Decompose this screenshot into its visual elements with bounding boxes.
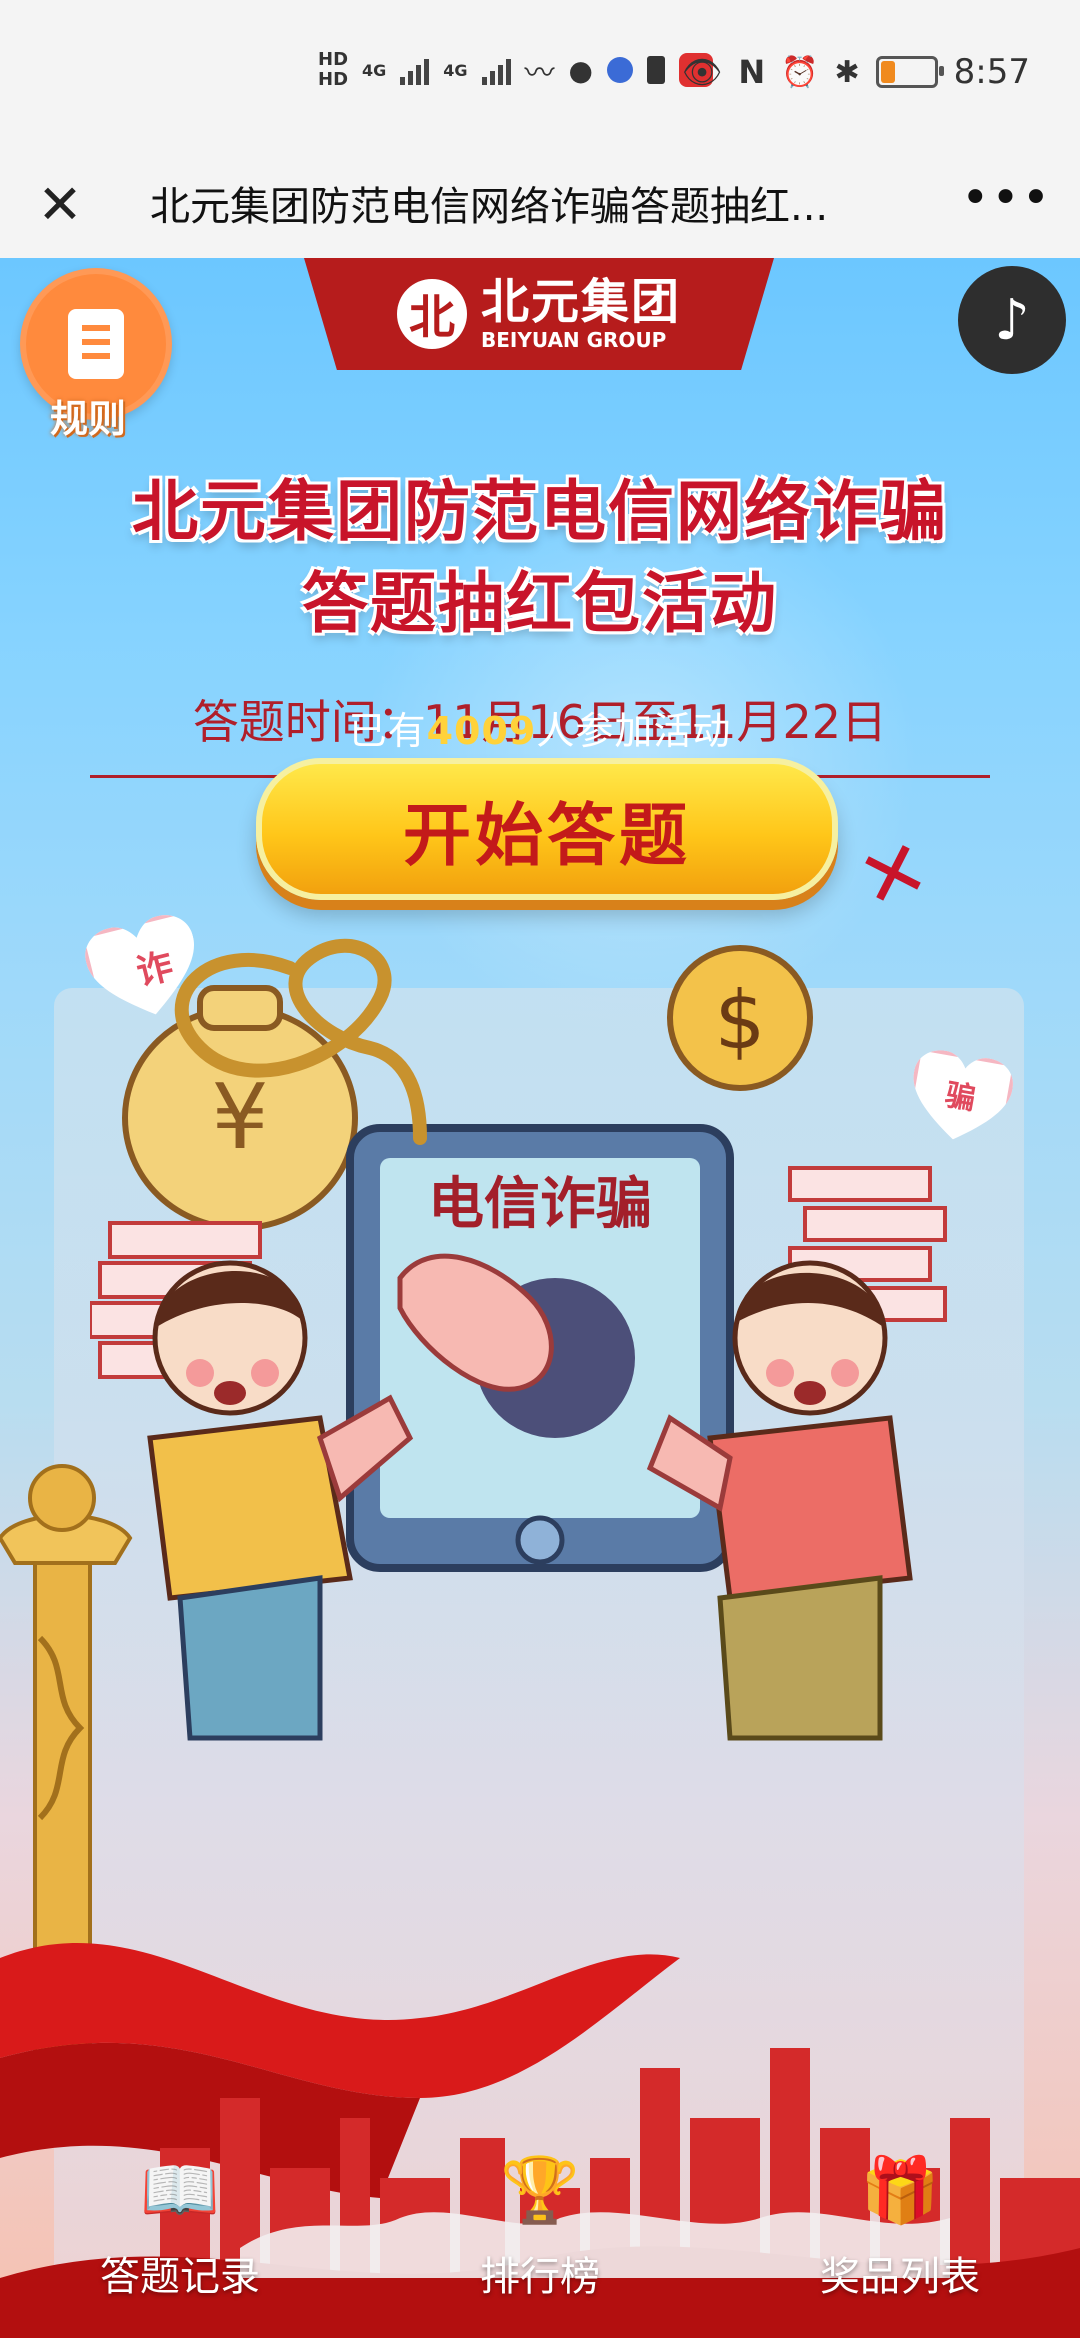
- anti-fraud-illustration: ¥ $ 电信诈骗: [90, 938, 947, 1741]
- company-logo-icon: 北: [396, 279, 467, 349]
- net1-label: 4G: [362, 60, 387, 80]
- music-app-icon: [606, 57, 633, 83]
- hd1-badge: HD: [318, 49, 349, 71]
- signal1-icon: [400, 55, 430, 85]
- company-logo-banner: 北 北元集团 BEIYUAN GROUP: [304, 258, 774, 370]
- phone-banner-text: 电信诈骗: [428, 1172, 652, 1237]
- wechat-icon: ●: [568, 53, 593, 87]
- gift-box-icon: 🎁: [860, 2153, 940, 2228]
- participants-prefix: 已有: [348, 709, 427, 753]
- logo-name-cn: 北元集团: [480, 274, 681, 330]
- rules-button[interactable]: 规则: [20, 268, 172, 441]
- status-left: HD HD 4G 4G 〰 ●: [318, 48, 713, 92]
- activity-poster: 北 北元集团 BEIYUAN GROUP 规则 ♪ 北元集团防范电信网络诈骗 答…: [0, 258, 1080, 2338]
- headline-line2: 答题抽红包活动: [302, 565, 778, 642]
- more-icon: •••: [961, 170, 1052, 226]
- clock: 8:57: [953, 52, 1030, 92]
- trophy-icon: 🏆: [500, 2153, 580, 2228]
- book-icon: 📖: [140, 2153, 220, 2228]
- status-right: 👁 N ⏰ ✱ 8:57: [682, 52, 1030, 92]
- music-toggle-button[interactable]: ♪: [958, 266, 1066, 374]
- sim-icon: [646, 56, 665, 84]
- nav-prize-list[interactable]: 🎁 奖品列表: [770, 2150, 1030, 2302]
- close-button[interactable]: ✕: [30, 172, 90, 236]
- battery-icon: [875, 56, 944, 88]
- nfc-icon: N: [738, 53, 766, 91]
- nav-quiz-records[interactable]: 📖 答题记录: [50, 2150, 310, 2302]
- more-button[interactable]: •••: [961, 170, 1052, 226]
- clipboard-icon: [68, 309, 124, 379]
- alarm-icon: ⏰: [781, 54, 819, 90]
- nav-prize-list-label: 奖品列表: [820, 2254, 980, 2300]
- svg-text:¥: ¥: [211, 1065, 268, 1170]
- music-note-icon: ♪: [994, 287, 1030, 353]
- participants-suffix: 人参加活动: [536, 709, 732, 753]
- participants-text: 已有4009人参加活动: [0, 700, 1080, 755]
- dollar-coin-icon: $: [667, 945, 813, 1091]
- nav-leaderboard[interactable]: 🏆 排行榜: [410, 2150, 670, 2302]
- page-title: 北元集团防范电信网络诈骗答题抽红...: [150, 184, 829, 230]
- status-bar: HD HD 4G 4G 〰 ● 👁 N ⏰ ✱ 8:57: [0, 0, 1080, 152]
- signal2-icon: [481, 55, 511, 85]
- headline-line1: 北元集团防范电信网络诈骗: [132, 473, 948, 550]
- phone-icon: 电信诈骗: [346, 1124, 734, 1572]
- bottom-navigation: 📖 答题记录 🏆 排行榜 🎁 奖品列表: [0, 2150, 1080, 2338]
- eye-icon: 👁: [681, 53, 723, 91]
- wifi-icon: 〰: [524, 56, 555, 91]
- nav-quiz-records-label: 答题记录: [100, 2254, 260, 2300]
- logo-name-en: BEIYUAN GROUP: [480, 328, 667, 352]
- participants-number: 4009: [426, 709, 537, 753]
- hd2-badge: HD: [318, 69, 349, 90]
- svg-text:$: $: [715, 974, 766, 1067]
- nav-leaderboard-label: 排行榜: [480, 2254, 600, 2300]
- title-bar: ✕ 北元集团防范电信网络诈骗答题抽红... •••: [0, 152, 1080, 259]
- net2-label: 4G: [443, 60, 468, 80]
- rules-label: 规则: [50, 397, 127, 441]
- bluetooth-icon: ✱: [834, 54, 860, 90]
- close-icon: ✕: [37, 172, 83, 236]
